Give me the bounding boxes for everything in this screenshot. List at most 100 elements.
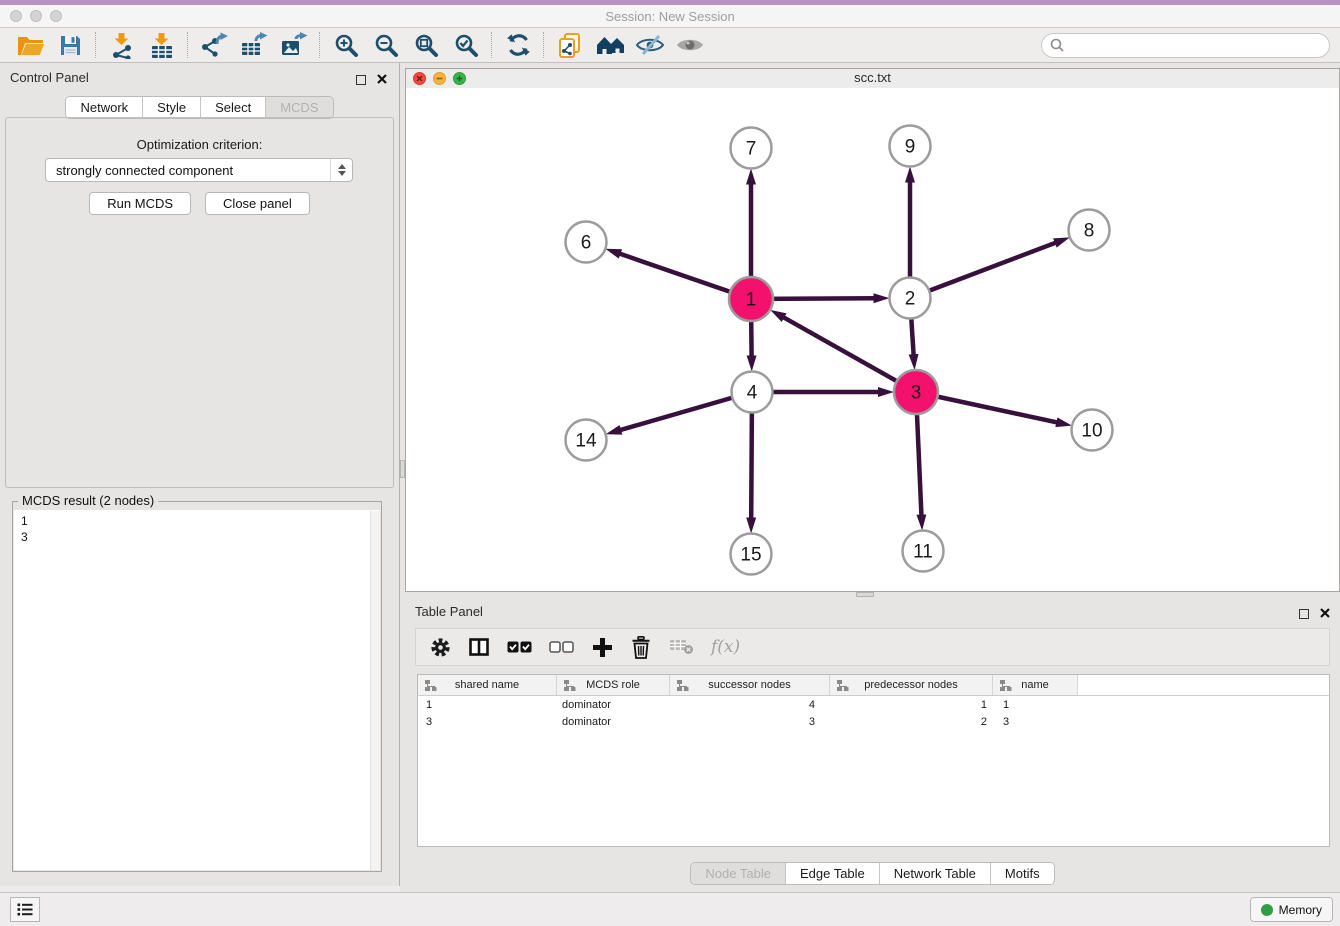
tab-network[interactable]: Network	[66, 97, 142, 118]
network-minimize-button[interactable]	[433, 72, 446, 85]
zoom-in-icon[interactable]	[326, 30, 366, 60]
tab-select[interactable]: Select	[200, 97, 265, 118]
open-session-icon[interactable]	[10, 30, 50, 60]
close-panel-icon[interactable]	[377, 71, 387, 89]
export-image-icon[interactable]	[274, 30, 314, 60]
cell-name[interactable]: 3	[993, 716, 1078, 728]
column-header-name[interactable]: name	[993, 675, 1078, 695]
cell-mcds-role[interactable]: dominator	[557, 699, 670, 711]
criterion-select[interactable]: strongly connected component	[45, 158, 353, 182]
memory-button-label: Memory	[1279, 903, 1322, 917]
memory-button[interactable]: Memory	[1250, 897, 1333, 922]
network-maximize-button[interactable]	[453, 72, 466, 85]
import-network-icon[interactable]	[102, 30, 142, 60]
graph-node-8[interactable]: 8	[1069, 210, 1110, 251]
save-session-icon[interactable]	[50, 30, 90, 60]
export-network-icon[interactable]	[194, 30, 234, 60]
zoom-out-icon[interactable]	[366, 30, 406, 60]
tab-motifs[interactable]: Motifs	[990, 863, 1054, 884]
column-header-predecessor-nodes[interactable]: predecessor nodes	[830, 675, 993, 695]
close-table-panel-icon[interactable]	[1320, 605, 1330, 623]
zoom-selected-icon[interactable]	[446, 30, 486, 60]
graph-node-3[interactable]: 3	[894, 370, 938, 414]
column-header-shared-name[interactable]: shared name	[418, 675, 557, 695]
mcds-result-text[interactable]: 13	[14, 510, 380, 870]
svg-text:11: 11	[913, 542, 933, 563]
optimization-criterion-label: Optimization criterion:	[0, 137, 399, 152]
mcds-result-group: MCDS result (2 nodes) 13	[12, 501, 382, 872]
deselect-all-icon[interactable]	[549, 633, 574, 661]
column-header-successor-nodes[interactable]: successor nodes	[670, 675, 830, 695]
cell-predecessor-nodes[interactable]: 1	[830, 699, 993, 711]
tab-edge-table[interactable]: Edge Table	[785, 863, 879, 884]
delete-table-icon[interactable]	[669, 633, 694, 661]
table-settings-gear-icon[interactable]	[429, 633, 451, 661]
search-input[interactable]	[1041, 33, 1330, 58]
graph-edge-2-8[interactable]	[910, 242, 1057, 298]
close-panel-button[interactable]: Close panel	[205, 192, 310, 215]
graph-node-6[interactable]: 6	[566, 222, 607, 263]
network-window-title: scc.txt	[406, 69, 1339, 87]
toolbar-separator	[319, 32, 321, 58]
mcds-result-line: 1	[21, 513, 368, 529]
graph-node-10[interactable]: 10	[1072, 410, 1113, 451]
run-mcds-button[interactable]: Run MCDS	[89, 192, 191, 215]
show-all-eye-icon[interactable]	[670, 30, 710, 60]
network-close-button[interactable]	[413, 72, 426, 85]
svg-text:15: 15	[740, 545, 761, 566]
graph-node-1[interactable]: 1	[729, 277, 773, 321]
column-view-icon[interactable]	[468, 633, 490, 661]
cell-shared-name[interactable]: 1	[418, 699, 557, 711]
table-panel: Table Panel	[405, 598, 1340, 888]
tab-network-table[interactable]: Network Table	[879, 863, 990, 884]
cell-successor-nodes[interactable]: 3	[670, 716, 830, 728]
zoom-fit-icon[interactable]	[406, 30, 446, 60]
graph-node-15[interactable]: 15	[731, 534, 772, 575]
split-pane-grip-horizontal[interactable]	[856, 592, 874, 597]
cell-shared-name[interactable]: 3	[418, 716, 557, 728]
refresh-icon[interactable]	[498, 30, 538, 60]
svg-text:1: 1	[746, 290, 757, 311]
graph-node-14[interactable]: 14	[566, 420, 607, 461]
cell-predecessor-nodes[interactable]: 2	[830, 716, 993, 728]
graph-node-11[interactable]: 11	[903, 531, 944, 572]
svg-text:8: 8	[1084, 221, 1095, 242]
svg-text:4: 4	[747, 383, 758, 404]
table-row[interactable]: 3dominator323	[418, 713, 1329, 730]
tab-node-table[interactable]: Node Table	[691, 863, 785, 884]
table-header-row: shared nameMCDS rolesuccessor nodesprede…	[418, 675, 1329, 696]
export-table-icon[interactable]	[234, 30, 274, 60]
add-column-icon[interactable]	[591, 633, 613, 661]
graph-node-2[interactable]: 2	[890, 278, 931, 319]
search-box	[1041, 33, 1330, 58]
graph-node-4[interactable]: 4	[732, 372, 773, 413]
import-table-icon[interactable]	[142, 30, 182, 60]
cell-mcds-role[interactable]: dominator	[557, 716, 670, 728]
network-canvas[interactable]: 7 9 6 8 1 2 4 3 14 10 15 11	[406, 88, 1339, 591]
cell-name[interactable]: 1	[993, 699, 1078, 711]
function-builder-icon[interactable]: f(x)	[711, 633, 740, 661]
result-scrollbar[interactable]	[370, 511, 380, 870]
cell-successor-nodes[interactable]: 4	[670, 699, 830, 711]
delete-column-icon[interactable]	[630, 633, 652, 661]
float-table-panel-icon[interactable]	[1299, 609, 1309, 619]
network-view-window: scc.txt 7 9 6 8 1 2 4 3 14 10 15 11	[405, 68, 1340, 592]
svg-text:14: 14	[575, 431, 597, 452]
column-header-mcds-role[interactable]: MCDS role	[557, 675, 670, 695]
home-icon[interactable]	[590, 30, 630, 60]
network-from-selection-icon[interactable]	[550, 30, 590, 60]
select-all-icon[interactable]	[507, 633, 532, 661]
task-history-button[interactable]	[10, 897, 40, 922]
control-panel: Control Panel NetworkStyleSelectMCDS Opt…	[0, 63, 400, 886]
tab-style[interactable]: Style	[142, 97, 200, 118]
tab-mcds[interactable]: MCDS	[265, 97, 332, 118]
control-panel-title: Control Panel	[10, 70, 89, 85]
graph-node-7[interactable]: 7	[731, 128, 772, 169]
network-window-titlebar: scc.txt	[406, 69, 1339, 89]
float-panel-icon[interactable]	[356, 75, 366, 85]
hide-selected-eye-icon[interactable]	[630, 30, 670, 60]
table-tabs: Node TableEdge TableNetwork TableMotifs	[405, 862, 1340, 885]
table-panel-title: Table Panel	[415, 604, 483, 619]
graph-node-9[interactable]: 9	[890, 126, 931, 167]
table-row[interactable]: 1dominator411	[418, 696, 1329, 713]
